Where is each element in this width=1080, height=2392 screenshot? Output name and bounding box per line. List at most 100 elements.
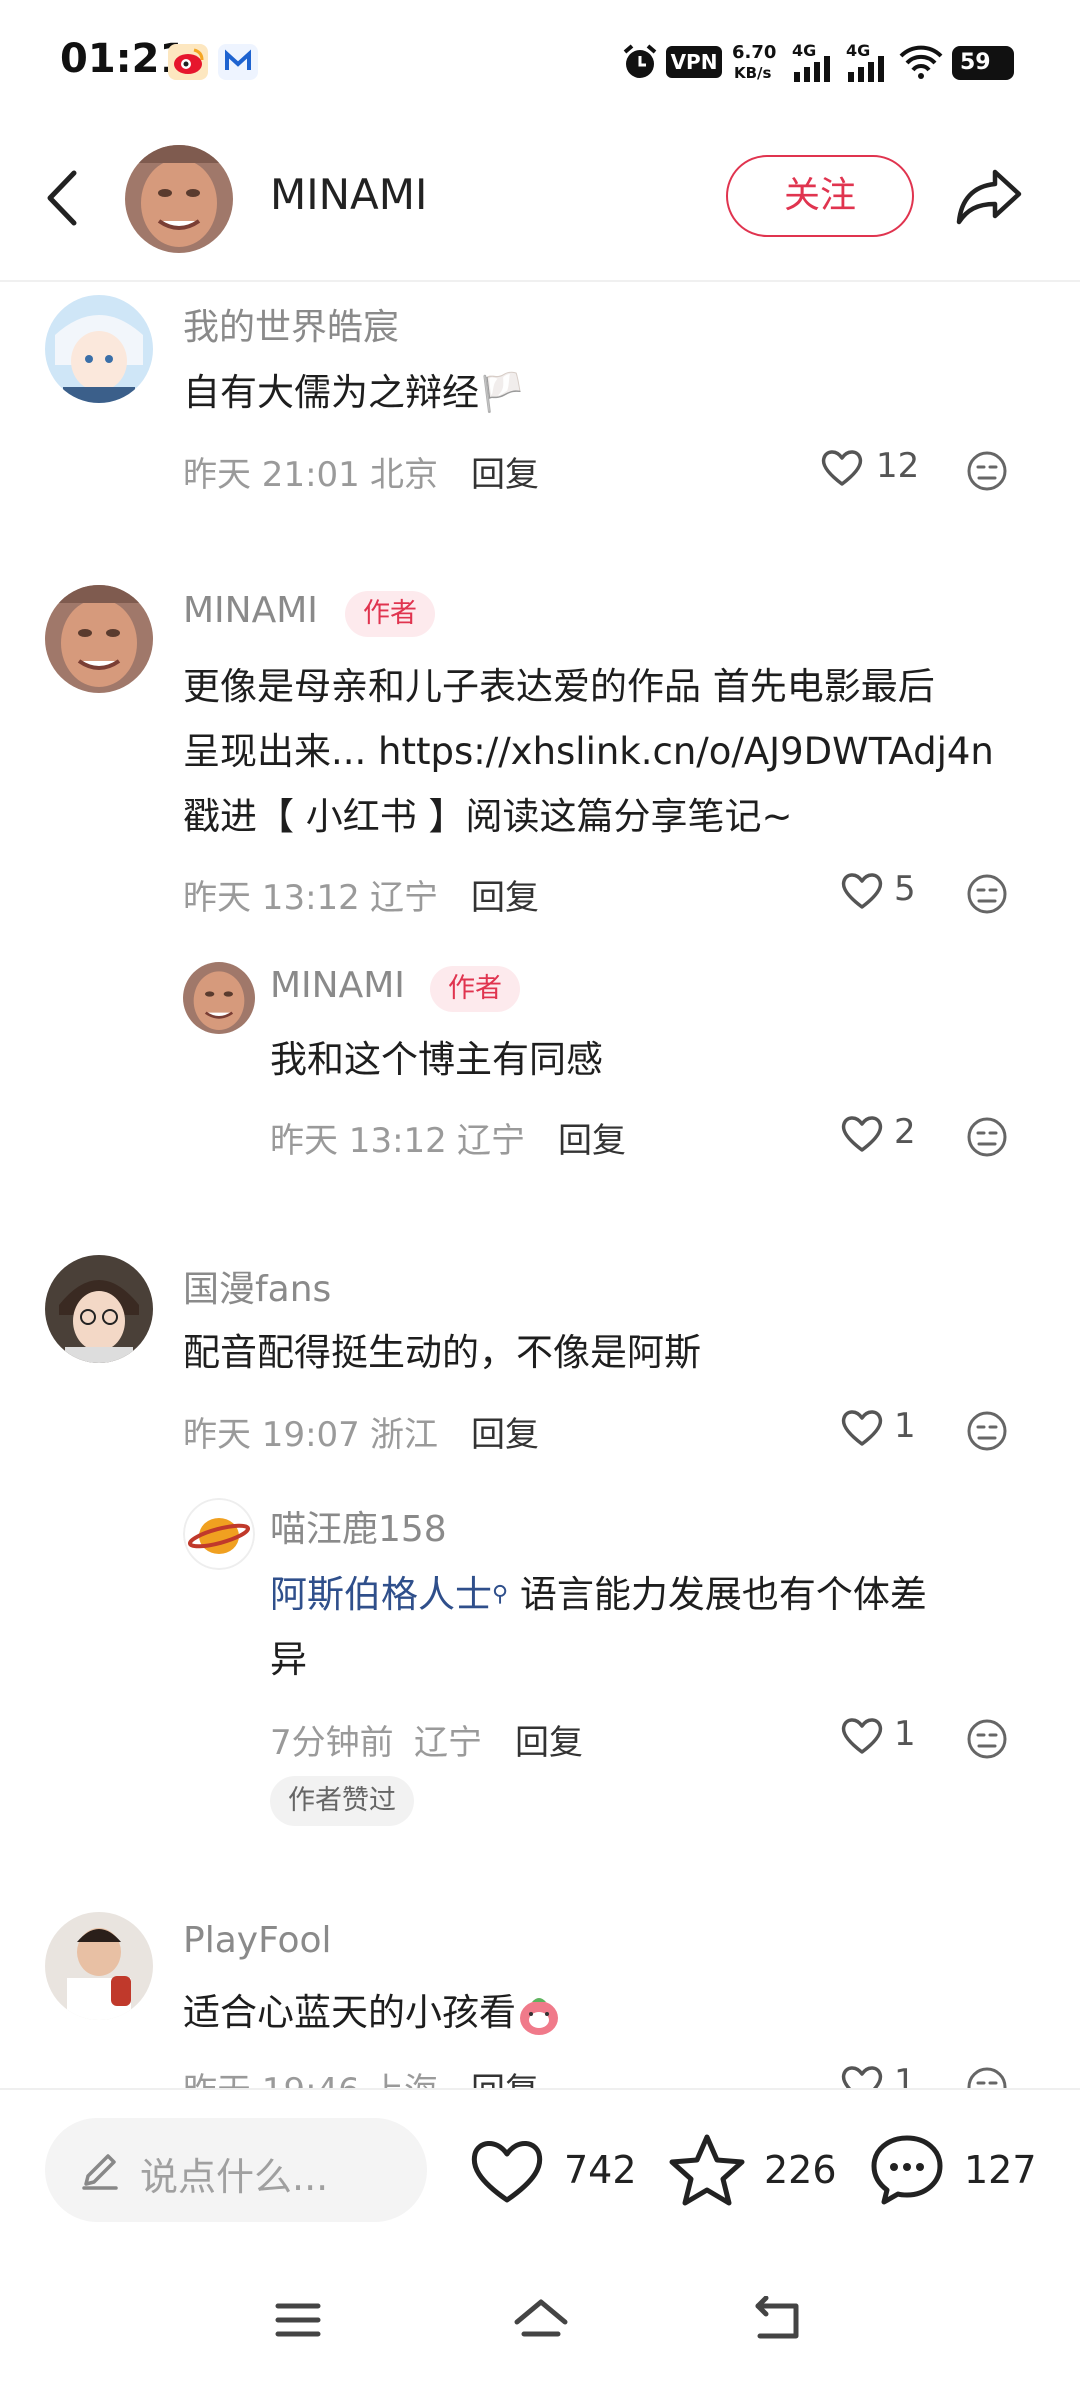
comment-text-line: 更像是母亲和儿子表达爱的作品 首先电影最后 — [183, 665, 935, 708]
share-button[interactable] — [955, 166, 1025, 226]
dislike-emoji-button[interactable] — [966, 450, 1008, 496]
comment-time: 昨天 13:12 — [183, 878, 360, 918]
dislike-emoji-button[interactable] — [966, 873, 1008, 919]
like-button[interactable]: 2 — [840, 1112, 930, 1160]
heart-icon — [841, 1116, 883, 1152]
like-count: 2 — [894, 1112, 916, 1152]
neutral-face-icon — [967, 1117, 1007, 1157]
reply-text: 我和这个博主有同感 — [270, 1038, 603, 1081]
neutral-face-icon — [967, 1719, 1007, 1759]
alarm-icon — [620, 42, 660, 86]
reply-username[interactable]: MINAMI — [270, 965, 405, 1006]
home-icon — [514, 2299, 568, 2337]
heart-icon — [821, 450, 863, 486]
reply-text-line: 异 — [270, 1638, 307, 1681]
reply-location: 辽宁 — [414, 1723, 482, 1763]
menu-nav-button[interactable] — [272, 2296, 324, 2348]
comment-location: 北京 — [370, 455, 438, 495]
heart-icon — [841, 873, 883, 909]
like-count: 12 — [876, 446, 920, 486]
reply-button[interactable]: 回复 — [471, 447, 539, 496]
reply-button[interactable]: 回复 — [471, 1407, 539, 1456]
comment-text-line[interactable]: 呈现出来... https://xhslink.cn/o/AJ9DWTAdj4n — [183, 719, 994, 784]
like-count: 1 — [894, 2062, 916, 2088]
reply-button[interactable]: 回复 — [471, 870, 539, 919]
comment-total: 127 — [964, 2148, 1037, 2192]
reply-button[interactable]: 回复 — [558, 1113, 626, 1162]
reply-text-line: 语言能力发展也有个体差 — [519, 1573, 927, 1616]
dislike-emoji-button[interactable] — [966, 1718, 1008, 1764]
like-button[interactable]: 5 — [840, 869, 930, 917]
comment-location: 辽宁 — [370, 878, 438, 918]
author-avatar[interactable] — [125, 145, 233, 253]
author-name[interactable]: MINAMI — [270, 170, 427, 219]
heart-icon — [841, 1718, 883, 1754]
comment-time: 昨天 19:46 — [183, 2063, 360, 2088]
collect-button[interactable]: 226 — [668, 2132, 838, 2212]
comment-meta-row-clipped: 昨天 19:46 上海 回复 1 — [0, 2060, 1080, 2088]
header-divider — [0, 280, 1080, 282]
heart-icon — [841, 1410, 883, 1446]
battery-level: 59 — [960, 50, 991, 75]
like-count: 1 — [894, 1406, 916, 1446]
mail-app-icon — [218, 44, 258, 80]
like-button[interactable]: 12 — [820, 446, 920, 494]
reply-button[interactable]: 回复 — [515, 1715, 583, 1764]
back-nav-button[interactable] — [752, 2295, 804, 2348]
comment-username[interactable]: MINAMI — [183, 590, 318, 631]
vpn-icon: VPN — [666, 46, 722, 78]
battery-icon: 59 — [952, 46, 1014, 80]
like-button[interactable]: 1 — [840, 1714, 930, 1762]
dislike-emoji-button[interactable] — [966, 2066, 1008, 2088]
comment-input-placeholder[interactable]: 说点什么... — [140, 2146, 328, 2201]
peach-emoji-icon — [516, 1992, 562, 2038]
author-tag: 作者 — [345, 591, 435, 637]
back-button[interactable] — [42, 165, 82, 231]
wifi-icon — [898, 44, 944, 84]
share-icon — [956, 169, 1022, 225]
chevron-left-icon — [47, 170, 77, 226]
like-note-button[interactable]: 742 — [468, 2134, 638, 2210]
neutral-face-icon — [967, 451, 1007, 491]
heart-icon — [471, 2141, 543, 2203]
comment-text: 适合心蓝天的小孩看 — [183, 1980, 562, 2045]
avatar[interactable] — [183, 1498, 255, 1570]
reply-text: 阿斯伯格人士⚲ 语言能力发展也有个体差 — [270, 1562, 927, 1627]
signal-4g-icon: 4G — [792, 42, 836, 82]
comment-username[interactable]: PlayFool — [183, 1920, 332, 1961]
reply-username[interactable]: 喵汪鹿158 — [270, 1500, 447, 1552]
avatar[interactable] — [183, 962, 255, 1034]
dislike-emoji-button[interactable] — [966, 1116, 1008, 1162]
follow-button[interactable]: 关注 — [726, 155, 914, 237]
bottom-bar-divider — [0, 2088, 1080, 2090]
comment-text: 配音配得挺生动的，不像是阿斯 — [183, 1331, 701, 1374]
avatar[interactable] — [45, 295, 153, 403]
comment-text-content: 适合心蓝天的小孩看 — [183, 1991, 516, 2034]
heart-icon — [841, 2066, 883, 2088]
reply-button[interactable]: 回复 — [471, 2063, 539, 2088]
avatar[interactable] — [45, 1255, 153, 1363]
comment-username[interactable]: 国漫fans — [183, 1260, 331, 1312]
star-icon — [669, 2134, 745, 2206]
search-small-icon: ⚲ — [492, 1582, 509, 1607]
comment-time: 昨天 19:07 — [183, 1415, 360, 1455]
net-speed-unit: KB/s — [734, 64, 772, 82]
reply-time: 7分钟前 — [270, 1723, 394, 1763]
dislike-emoji-button[interactable] — [966, 1410, 1008, 1456]
mention-link[interactable]: 阿斯伯格人士 — [270, 1573, 492, 1616]
like-button[interactable]: 1 — [840, 1406, 930, 1454]
back-arrow-icon — [755, 2295, 799, 2339]
comment-username[interactable]: 我的世界皓宸 — [183, 298, 399, 350]
home-nav-button[interactable] — [512, 2296, 570, 2348]
chat-bubble-icon — [871, 2135, 943, 2205]
reply-time: 昨天 13:12 — [270, 1121, 447, 1161]
comment-time: 昨天 21:01 — [183, 455, 360, 495]
comment-location: 上海 — [370, 2063, 438, 2088]
like-button[interactable]: 1 — [840, 2062, 930, 2088]
comments-button[interactable]: 127 — [868, 2132, 1048, 2212]
net-speed-value: 6.70 — [732, 42, 777, 63]
collect-total: 226 — [764, 2148, 837, 2192]
like-total: 742 — [564, 2148, 637, 2192]
avatar[interactable] — [45, 1912, 153, 2020]
avatar[interactable] — [45, 585, 153, 693]
